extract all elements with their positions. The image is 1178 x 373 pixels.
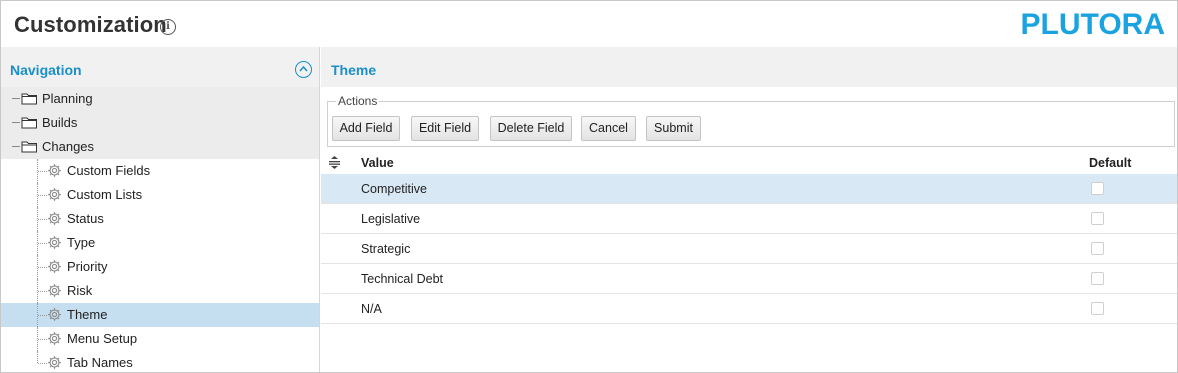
tree-connector: [38, 267, 47, 268]
theme-title: Theme: [331, 62, 377, 78]
nav-item-planning[interactable]: Planning: [1, 87, 319, 111]
nav-item-menu-setup[interactable]: Menu Setup: [1, 327, 319, 351]
column-header-value[interactable]: Value: [361, 156, 394, 170]
logo-text: PLUTORA: [1020, 8, 1165, 41]
gear-icon: [47, 259, 62, 274]
nav-item-label: Tab Names: [67, 355, 133, 370]
cancel-button[interactable]: Cancel: [581, 116, 636, 141]
nav-item-label: Planning: [42, 91, 93, 106]
nav-item-label: Custom Lists: [67, 187, 143, 202]
nav-item-changes[interactable]: Changes: [1, 135, 319, 159]
default-checkbox[interactable]: [1091, 212, 1104, 225]
edit-field-button[interactable]: Edit Field: [411, 116, 479, 141]
value-cell: N/A: [361, 302, 382, 316]
navigation-panel: Navigation Planning Builds Changes Custom F…: [1, 47, 320, 372]
nav-item-label: Custom Fields: [67, 163, 151, 178]
value-cell: Legislative: [361, 212, 421, 226]
tree-connector: [12, 122, 20, 123]
nav-item-custom-fields[interactable]: Custom Fields: [1, 159, 319, 183]
column-header-default[interactable]: Default: [1089, 156, 1131, 170]
actions-group: Actions Add Field Edit Field Delete Fiel…: [327, 94, 1175, 147]
info-icon[interactable]: i: [160, 19, 176, 35]
default-checkbox[interactable]: [1091, 272, 1104, 285]
delete-field-button[interactable]: Delete Field: [490, 116, 572, 141]
tree-connector: [38, 243, 47, 244]
tree-connector: [38, 195, 47, 196]
value-cell: Strategic: [361, 242, 411, 256]
tree-connector: [38, 171, 47, 172]
default-checkbox[interactable]: [1091, 242, 1104, 255]
table-row[interactable]: Competitive: [321, 174, 1177, 204]
value-cell: Competitive: [361, 182, 427, 196]
gear-icon: [47, 355, 62, 370]
gear-icon: [47, 163, 62, 178]
tree-connector: [12, 98, 20, 99]
plutora-logo: PLUTORA: [1020, 8, 1165, 41]
nav-item-label: Type: [67, 235, 96, 250]
value-cell: Technical Debt: [361, 272, 443, 286]
page-title: Customization: [14, 12, 167, 37]
default-checkbox[interactable]: [1091, 302, 1104, 315]
navigation-title: Navigation: [10, 62, 82, 78]
nav-item-label: Priority: [67, 259, 108, 274]
gear-icon: [47, 211, 62, 226]
tree-connector: [38, 339, 47, 340]
table-row[interactable]: Technical Debt: [321, 264, 1177, 294]
tree-connector: [38, 291, 47, 292]
folder-icon: [21, 92, 38, 105]
nav-item-builds[interactable]: Builds: [1, 111, 319, 135]
nav-item-tab-names[interactable]: Tab Names: [1, 351, 319, 372]
tree-connector: [38, 315, 47, 316]
gear-icon: [47, 283, 62, 298]
sort-icon[interactable]: [328, 156, 341, 169]
nav-item-theme[interactable]: Theme: [1, 303, 319, 327]
tree-connector: [37, 351, 38, 363]
default-checkbox[interactable]: [1091, 182, 1104, 195]
theme-header: Theme: [321, 47, 1177, 87]
nav-item-custom-lists[interactable]: Custom Lists: [1, 183, 319, 207]
nav-item-risk[interactable]: Risk: [1, 279, 319, 303]
add-field-button[interactable]: Add Field: [332, 116, 400, 141]
grid-header: Value Default: [321, 153, 1177, 174]
page-header: Customization i PLUTORA: [1, 1, 1177, 47]
customization-window: Customization i PLUTORA Navigation Plann…: [0, 0, 1178, 373]
gear-icon: [47, 331, 62, 346]
nav-item-label: Risk: [67, 283, 93, 298]
folder-icon: [21, 116, 38, 129]
gear-icon: [47, 187, 62, 202]
gear-icon: [47, 307, 62, 322]
nav-item-label: Changes: [42, 139, 95, 154]
nav-item-label: Status: [67, 211, 104, 226]
submit-button[interactable]: Submit: [646, 116, 701, 141]
theme-grid: Value Default Competitive Legislative Stra…: [321, 153, 1177, 324]
tree-connector: [38, 363, 47, 364]
tree-connector: [38, 219, 47, 220]
actions-legend: Actions: [336, 94, 380, 108]
nav-item-priority[interactable]: Priority: [1, 255, 319, 279]
nav-item-label: Menu Setup: [67, 331, 138, 346]
gear-icon: [47, 235, 62, 250]
table-row[interactable]: Strategic: [321, 234, 1177, 264]
table-row[interactable]: Legislative: [321, 204, 1177, 234]
nav-item-type[interactable]: Type: [1, 231, 319, 255]
navigation-header: Navigation: [1, 47, 319, 87]
chevron-up-icon: [299, 65, 308, 72]
nav-item-label: Theme: [67, 307, 108, 322]
table-row[interactable]: N/A: [321, 294, 1177, 324]
collapse-navigation-button[interactable]: [295, 61, 312, 78]
nav-item-status[interactable]: Status: [1, 207, 319, 231]
tree-connector: [12, 146, 20, 147]
folder-open-icon: [21, 140, 38, 153]
nav-item-label: Builds: [42, 115, 78, 130]
theme-panel: Theme Actions Add Field Edit Field Delet…: [321, 47, 1177, 372]
navigation-tree: Planning Builds Changes Custom Fields Custom…: [1, 87, 319, 372]
grid-body: Competitive Legislative Strategic Technical…: [321, 174, 1177, 324]
